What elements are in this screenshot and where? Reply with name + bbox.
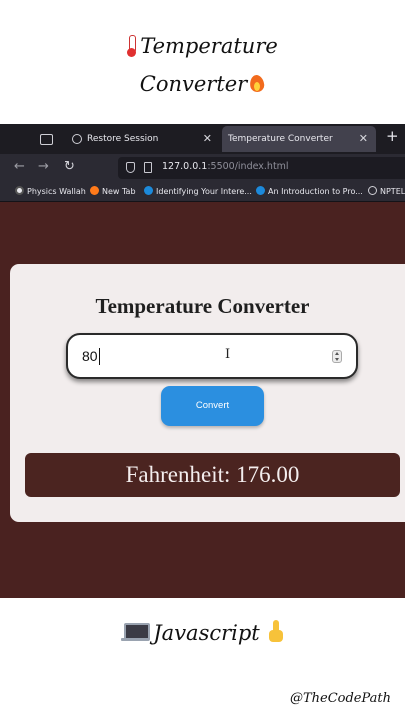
url-path: :5500/index.html: [207, 161, 289, 172]
pointing-hand-icon: [268, 620, 284, 642]
firefox-icon: [90, 186, 99, 195]
headline-text-2: Converter: [139, 72, 248, 96]
convert-button[interactable]: Convert: [161, 386, 264, 426]
result-display: Fahrenheit: 176.00: [25, 453, 400, 497]
tech-label: Javascript: [153, 621, 260, 645]
globe-icon: [368, 186, 377, 195]
headline-text-1: Temperature: [140, 34, 278, 58]
shield-icon[interactable]: [126, 162, 135, 173]
new-tab-button[interactable]: +: [386, 127, 399, 145]
bookmark-physics-wallah[interactable]: Physics Wallah: [15, 186, 86, 196]
back-arrow-icon[interactable]: ←: [14, 159, 25, 174]
tab-bar: Restore Session ✕ Temperature Converter …: [0, 124, 405, 154]
bookmark-nptel[interactable]: NPTEL: [368, 186, 405, 196]
text-cursor-icon: I: [225, 347, 231, 362]
tab-temperature-converter[interactable]: Temperature Converter ✕: [222, 126, 376, 152]
text-caret: [99, 348, 100, 365]
bookmark-label: An Introduction to Pro...: [268, 187, 363, 196]
tab-label: Restore Session: [87, 134, 159, 144]
coursera-icon: [256, 186, 265, 195]
fire-icon: [249, 74, 265, 94]
url-host: 127.0.0.1: [162, 161, 208, 172]
bookmarks-bar: Physics Wallah New Tab Identifying Your …: [0, 182, 405, 202]
bookmark-label: NPTEL: [380, 187, 405, 196]
page-title: Temperature Converter: [95, 294, 310, 318]
laptop-icon: [121, 623, 151, 641]
reload-icon[interactable]: ↻: [64, 159, 75, 174]
close-tab-icon[interactable]: ✕: [203, 126, 212, 152]
headline-line-1: Temperature: [0, 34, 405, 58]
page-info-icon[interactable]: [144, 162, 152, 173]
tab-overview-icon[interactable]: [38, 131, 54, 147]
coursera-icon: [144, 186, 153, 195]
bookmark-label: Identifying Your Intere...: [156, 187, 252, 196]
footer-line: Javascript: [0, 620, 405, 645]
bookmark-new-tab[interactable]: New Tab: [90, 186, 136, 196]
close-tab-icon[interactable]: ✕: [359, 126, 368, 152]
bookmark-label: New Tab: [102, 187, 136, 196]
author-handle: @TheCodePath: [289, 691, 391, 706]
tab-label: Temperature Converter: [228, 134, 333, 144]
bookmark-identifying-interests[interactable]: Identifying Your Intere...: [144, 186, 252, 196]
tab-restore-session[interactable]: Restore Session ✕: [62, 126, 220, 152]
bookmark-introduction[interactable]: An Introduction to Pro...: [256, 186, 363, 196]
temperature-input[interactable]: 80 I: [66, 333, 358, 379]
input-value: 80: [82, 348, 98, 364]
url-text[interactable]: 127.0.0.1:5500/index.html: [162, 161, 289, 172]
headline-line-2: Converter: [0, 72, 405, 96]
info-icon: [72, 134, 82, 144]
navigation-bar: ← → ↻ 127.0.0.1:5500/index.html: [0, 154, 405, 182]
address-bar[interactable]: 127.0.0.1:5500/index.html: [118, 157, 405, 179]
thermometer-icon: [127, 35, 137, 57]
number-spinner[interactable]: [332, 350, 342, 363]
bookmark-label: Physics Wallah: [27, 187, 86, 196]
forward-arrow-icon[interactable]: →: [38, 159, 49, 174]
physics-wallah-icon: [15, 186, 24, 195]
